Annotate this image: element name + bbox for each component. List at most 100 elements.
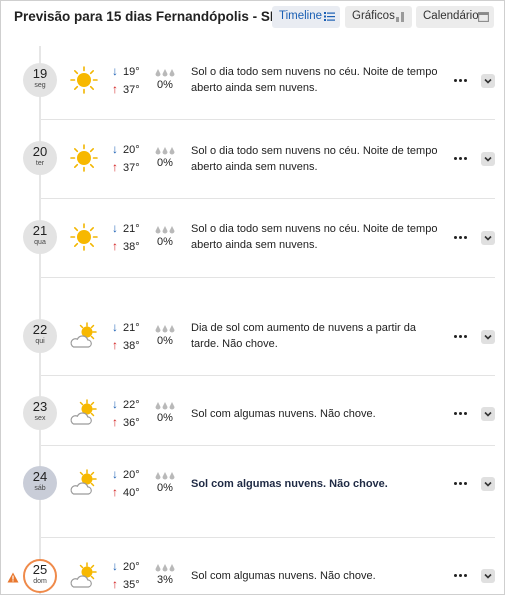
min-temp: 21° <box>123 322 140 334</box>
day-badge: 19 seg <box>23 63 57 97</box>
arrow-up-icon: ↑ <box>112 82 118 96</box>
min-temp: 22° <box>123 399 140 411</box>
more-options-button[interactable] <box>454 154 470 164</box>
forecast-description: Sol com algumas nuvens. Não chove. <box>191 408 376 420</box>
page-title-text: Previsão para 15 dias Fernandópolis - SP <box>14 9 279 24</box>
sun-cloud-icon <box>70 399 97 425</box>
forecast-panel: Previsão para 15 dias Fernandópolis - SP… <box>0 0 505 595</box>
tab-timeline[interactable]: Timeline <box>272 6 340 28</box>
tab-timeline-label: Timeline <box>279 10 323 22</box>
rain-chance: 0% <box>154 323 176 347</box>
temperature-range: ↓ 20° ↑ 35° <box>112 558 140 594</box>
rain-percent: 0% <box>157 157 173 169</box>
chevron-down-icon <box>484 481 492 487</box>
rain-percent: 0% <box>157 482 173 494</box>
temperature-range: ↓ 20° ↑ 37° <box>112 141 140 177</box>
weekday: seg <box>34 82 46 89</box>
raindrops-icon <box>155 402 175 410</box>
day-badge: 20 ter <box>23 141 57 175</box>
list-icon <box>324 12 335 21</box>
arrow-up-icon: ↑ <box>112 239 118 253</box>
calendar-icon <box>478 12 489 22</box>
rain-percent: 3% <box>157 574 173 586</box>
expand-button[interactable] <box>481 569 495 583</box>
max-temp: 36° <box>123 417 140 429</box>
more-options-button[interactable] <box>454 233 470 243</box>
expand-button[interactable] <box>481 330 495 344</box>
forecast-description: Dia de sol com aumento de nuvens a parti… <box>191 322 417 350</box>
forecast-description: Sol o dia todo sem nuvens no céu. Noite … <box>191 145 438 173</box>
row-divider <box>41 277 495 278</box>
more-options-button[interactable] <box>454 76 470 86</box>
max-temp: 35° <box>123 579 140 591</box>
arrow-up-icon: ↑ <box>112 338 118 352</box>
day-number: 19 <box>32 66 48 81</box>
tab-calendario[interactable]: Calendário <box>416 6 494 28</box>
arrow-up-icon: ↑ <box>112 485 118 499</box>
arrow-down-icon: ↓ <box>112 559 118 573</box>
temperature-range: ↓ 21° ↑ 38° <box>112 319 140 355</box>
day-number: 25 <box>32 562 48 577</box>
raindrops-icon <box>155 69 175 77</box>
expand-button[interactable] <box>481 231 495 245</box>
day-badge: 22 qui <box>23 319 57 353</box>
day-badge: 21 qua <box>23 220 57 254</box>
bar-chart-icon <box>396 12 404 22</box>
day-number: 23 <box>32 399 48 414</box>
temperature-range: ↓ 19° ↑ 37° <box>112 63 140 99</box>
expand-button[interactable] <box>481 407 495 421</box>
row-divider <box>41 375 495 376</box>
max-temp: 37° <box>123 162 140 174</box>
max-temp: 38° <box>123 340 140 352</box>
raindrops-icon <box>155 472 175 480</box>
rain-chance: 0% <box>154 400 176 424</box>
rain-percent: 0% <box>157 236 173 248</box>
chevron-down-icon <box>484 156 492 162</box>
rain-chance: 0% <box>154 470 176 494</box>
chevron-down-icon <box>484 411 492 417</box>
temperature-range: ↓ 20° ↑ 40° <box>112 466 140 502</box>
more-options-button[interactable] <box>454 332 470 342</box>
arrow-up-icon: ↑ <box>112 415 118 429</box>
warning-icon[interactable] <box>7 572 19 583</box>
weekday: sáb <box>34 485 46 492</box>
more-options-button[interactable] <box>454 409 470 419</box>
sun-icon <box>70 144 98 172</box>
day-badge: 23 sex <box>23 396 57 430</box>
more-options-button[interactable] <box>454 571 470 581</box>
expand-button[interactable] <box>481 152 495 166</box>
sun-cloud-icon <box>70 562 97 588</box>
day-badge-today: 25 dom <box>23 559 57 593</box>
row-divider <box>41 537 495 538</box>
max-temp: 38° <box>123 241 140 253</box>
expand-button[interactable] <box>481 477 495 491</box>
arrow-up-icon: ↑ <box>112 160 118 174</box>
raindrops-icon <box>155 226 175 234</box>
page-title: Previsão para 15 dias Fernandópolis - SP <box>14 9 290 26</box>
weekday: qua <box>34 239 46 246</box>
weekday: qui <box>35 338 45 345</box>
chevron-down-icon <box>484 573 492 579</box>
tab-graficos[interactable]: Gráficos <box>345 6 412 28</box>
sun-icon <box>70 223 98 251</box>
min-temp: 20° <box>123 561 140 573</box>
chevron-down-icon <box>484 235 492 241</box>
day-number: 20 <box>32 144 48 159</box>
weekday: sex <box>34 415 46 422</box>
temperature-range: ↓ 21° ↑ 38° <box>112 220 140 256</box>
row-divider <box>41 445 495 446</box>
more-options-button[interactable] <box>454 479 470 489</box>
min-temp: 20° <box>123 144 140 156</box>
day-number: 22 <box>32 322 48 337</box>
min-temp: 21° <box>123 223 140 235</box>
forecast-description: Sol o dia todo sem nuvens no céu. Noite … <box>191 66 438 94</box>
expand-button[interactable] <box>481 74 495 88</box>
arrow-up-icon: ↑ <box>112 577 118 591</box>
forecast-description: Sol com algumas nuvens. Não chove. <box>191 570 376 582</box>
row-divider <box>41 119 495 120</box>
rain-chance: 0% <box>154 224 176 248</box>
weekday: dom <box>33 578 47 585</box>
sun-cloud-icon <box>70 322 97 348</box>
min-temp: 20° <box>123 469 140 481</box>
tab-graficos-label: Gráficos <box>352 10 395 22</box>
